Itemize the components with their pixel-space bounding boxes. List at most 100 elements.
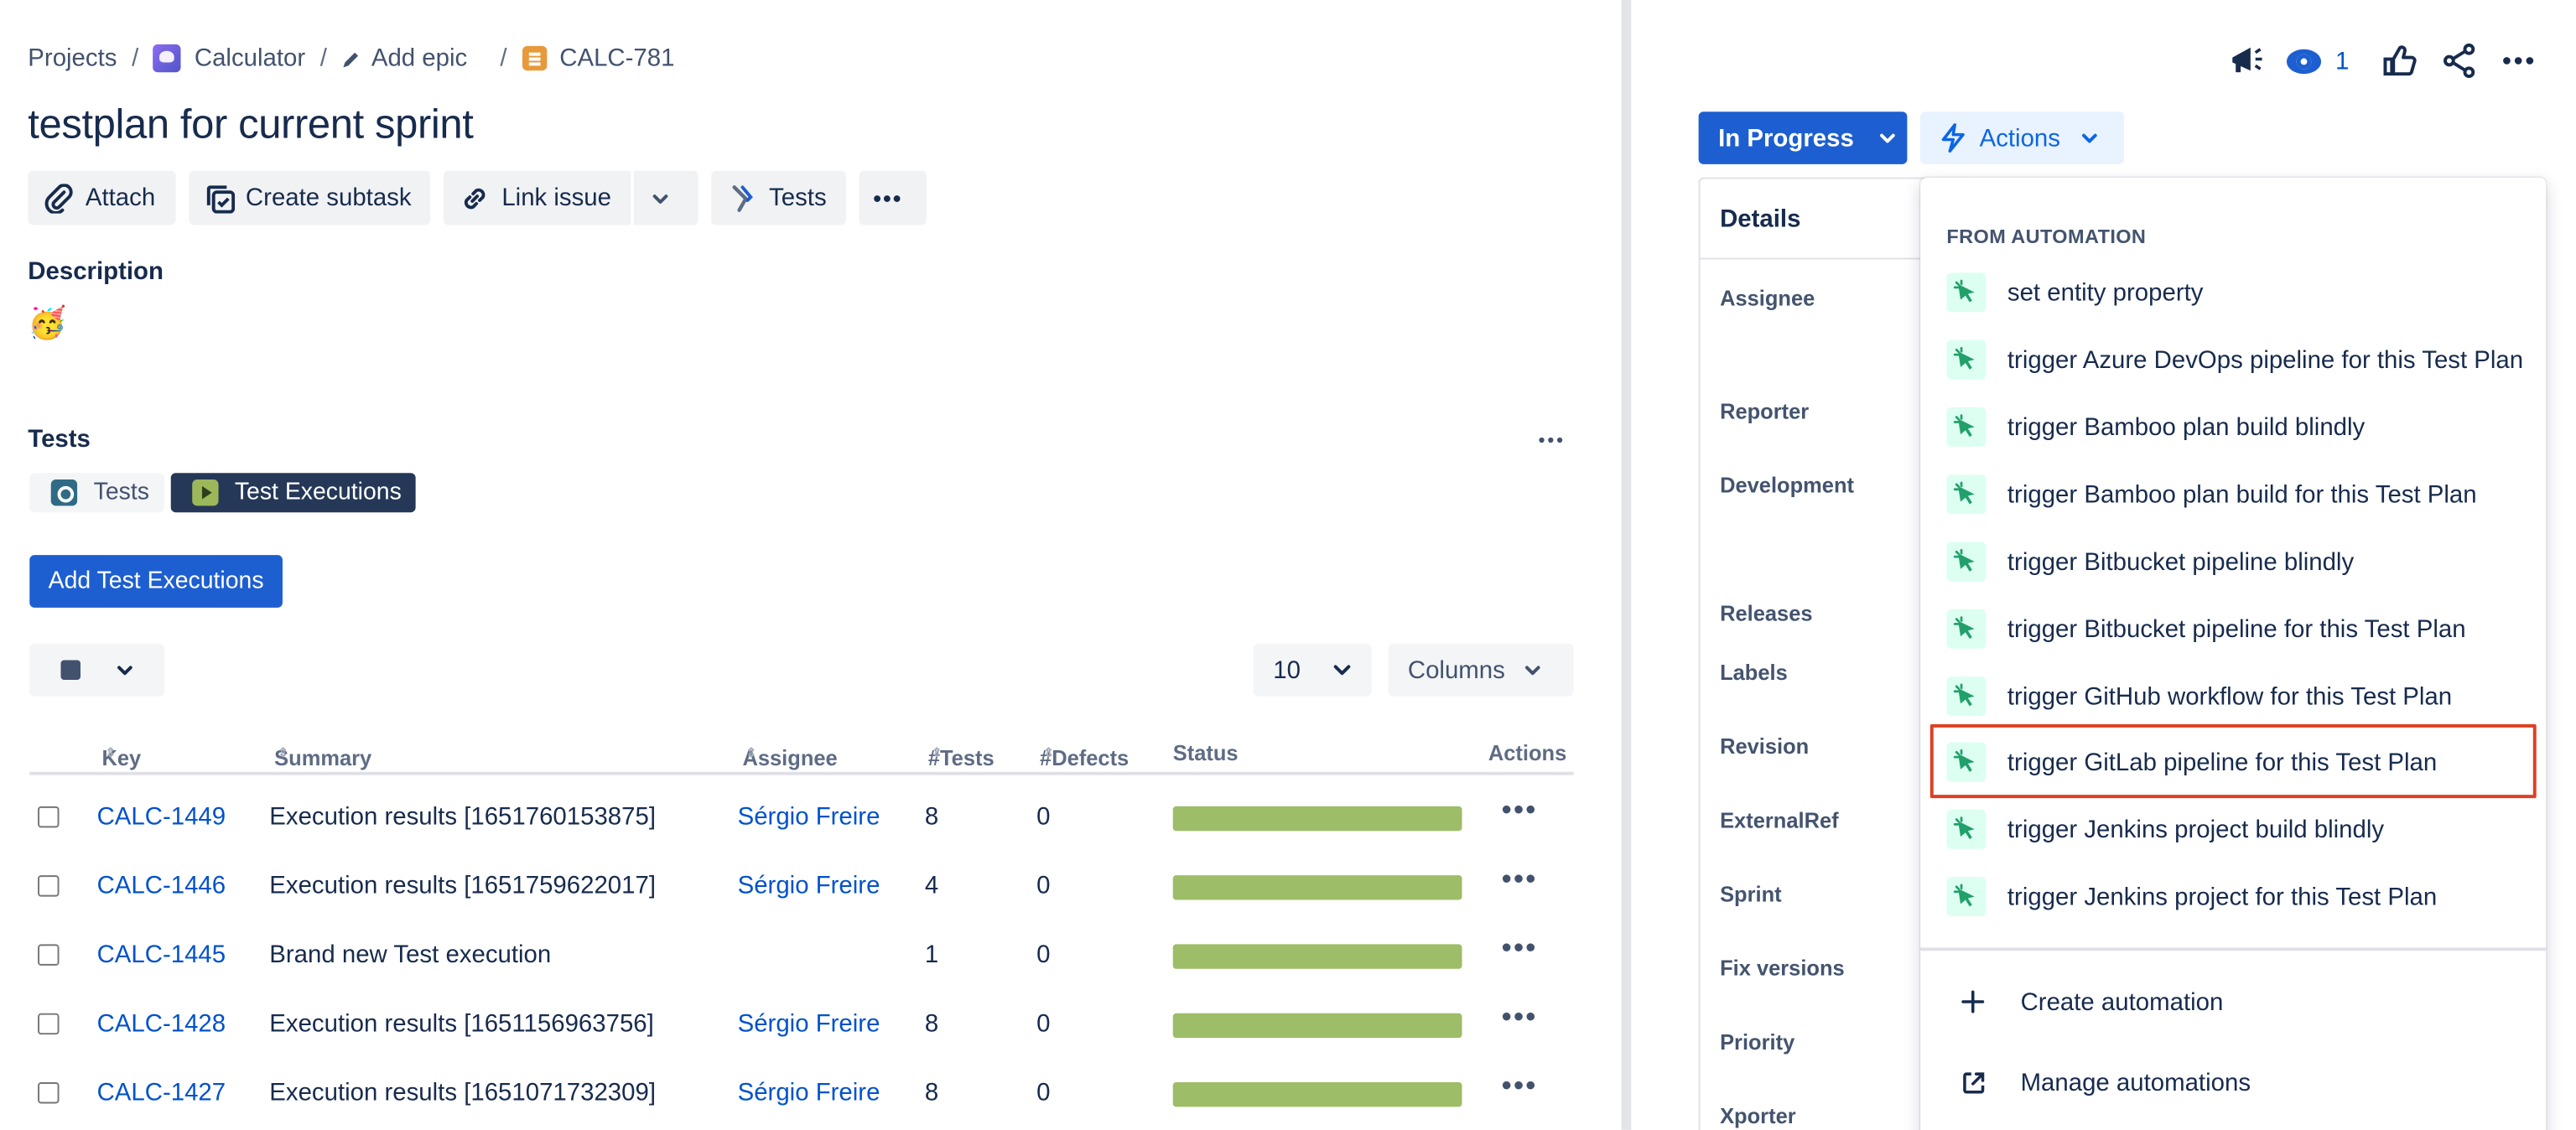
pane-resize-handle[interactable] bbox=[1616, 0, 1640, 1130]
row-checkbox[interactable] bbox=[38, 944, 60, 966]
menu-item-label: trigger Jenkins project build blindly bbox=[2007, 815, 2385, 843]
manage-automations-item[interactable]: Manage automations bbox=[1920, 1050, 2546, 1115]
row-actions-button[interactable]: ••• bbox=[1502, 1000, 1538, 1034]
link-issue-button[interactable]: Link issue bbox=[444, 170, 631, 225]
row-defects-count: 0 bbox=[1036, 872, 1051, 900]
row-summary: Execution results [1651071732309] bbox=[269, 1079, 657, 1107]
row-actions-button[interactable]: ••• bbox=[1502, 931, 1538, 966]
breadcrumb-add-epic[interactable]: Add epic bbox=[342, 44, 467, 72]
details-title[interactable]: Details bbox=[1720, 205, 1800, 233]
row-checkbox[interactable] bbox=[38, 1013, 60, 1035]
menu-item-label: trigger Bamboo plan build blindly bbox=[2007, 412, 2366, 441]
menu-item-trigger-bamboo-test-plan[interactable]: trigger Bamboo plan build for this Test … bbox=[1920, 461, 2546, 526]
menu-item-label: trigger Bamboo plan build for this Test … bbox=[2007, 480, 2477, 509]
menu-item-trigger-bitbucket-blindly[interactable]: trigger Bitbucket pipeline blindly bbox=[1920, 529, 2546, 594]
field-label-reporter: Reporter bbox=[1720, 399, 1810, 424]
menu-item-trigger-bamboo-blindly[interactable]: trigger Bamboo plan build blindly bbox=[1920, 394, 2546, 459]
tab-test-executions[interactable]: Test Executions bbox=[170, 473, 417, 513]
subtask-icon bbox=[205, 184, 235, 213]
chevron-down-icon bbox=[652, 194, 668, 203]
row-summary: Execution results [1651760153875] bbox=[269, 802, 657, 832]
paperclip-icon bbox=[44, 183, 73, 213]
row-checkbox[interactable] bbox=[38, 1081, 60, 1104]
add-test-executions-button[interactable]: Add Test Executions bbox=[29, 555, 283, 608]
link-icon bbox=[465, 187, 486, 209]
more-actions-button[interactable] bbox=[859, 170, 927, 225]
breadcrumb-project[interactable]: Calculator bbox=[153, 44, 306, 73]
menu-item-trigger-bitbucket-test-plan[interactable]: trigger Bitbucket pipeline for this Test… bbox=[1920, 596, 2546, 661]
create-automation-label: Create automation bbox=[2020, 987, 2224, 1016]
row-assignee[interactable]: Sérgio Freire bbox=[738, 1079, 880, 1107]
row-key-link[interactable]: CALC-1445 bbox=[97, 941, 226, 969]
tests-button[interactable]: Tests bbox=[711, 170, 847, 225]
field-label-priority: Priority bbox=[1720, 1029, 1795, 1055]
menu-item-set-entity-property[interactable]: set entity property bbox=[1920, 260, 2546, 325]
sort-icon: ⇕ bbox=[745, 745, 757, 761]
bulk-select-dropdown[interactable] bbox=[29, 643, 164, 697]
vote-icon[interactable] bbox=[2382, 43, 2418, 79]
row-tests-count: 8 bbox=[924, 1079, 939, 1107]
tests-section-more-button[interactable] bbox=[1538, 423, 1564, 453]
row-actions-button[interactable]: ••• bbox=[1502, 862, 1538, 896]
status-transition-button[interactable]: In Progress bbox=[1698, 111, 1908, 164]
issue-header-actions: 1 bbox=[2204, 43, 2536, 79]
row-checkbox[interactable] bbox=[38, 875, 60, 897]
issue-title[interactable]: testplan for current sprint bbox=[28, 101, 474, 149]
row-key-link[interactable]: CALC-1449 bbox=[97, 803, 226, 831]
page-size-value: 10 bbox=[1273, 656, 1301, 684]
menu-item-label: trigger Bitbucket pipeline for this Test… bbox=[2007, 614, 2466, 643]
row-key-link[interactable]: CALC-1428 bbox=[97, 1010, 226, 1038]
menu-item-label: trigger GitHub workflow for this Test Pl… bbox=[2007, 682, 2453, 711]
row-assignee[interactable]: Sérgio Freire bbox=[738, 872, 880, 899]
watch-button[interactable]: 1 bbox=[2286, 47, 2349, 75]
description-content[interactable]: 🥳 bbox=[28, 303, 66, 343]
row-key-link[interactable]: CALC-1427 bbox=[97, 1079, 226, 1107]
automation-icon bbox=[1946, 809, 1987, 849]
menu-item-trigger-jenkins-test-plan[interactable]: trigger Jenkins project for this Test Pl… bbox=[1920, 863, 2546, 929]
field-label-sprint: Sprint bbox=[1720, 881, 1782, 907]
share-icon[interactable] bbox=[2441, 43, 2477, 79]
columns-label: Columns bbox=[1407, 656, 1505, 684]
tests-tab-icon bbox=[50, 479, 78, 506]
row-defects-count: 0 bbox=[1036, 1009, 1051, 1039]
field-label-revision: Revision bbox=[1720, 733, 1810, 759]
breadcrumb-issue[interactable]: CALC-781 bbox=[522, 44, 674, 72]
issue-main-pane: Projects / Calculator / Add epic / CALC-… bbox=[0, 0, 1617, 1130]
menu-item-trigger-github-workflow[interactable]: trigger GitHub workflow for this Test Pl… bbox=[1920, 663, 2546, 728]
row-checkbox[interactable] bbox=[38, 806, 60, 828]
field-label-xporter: Xporter bbox=[1720, 1103, 1796, 1128]
row-actions-button[interactable]: ••• bbox=[1502, 793, 1538, 827]
tab-tests[interactable]: Tests bbox=[29, 473, 164, 513]
more-icon[interactable] bbox=[2501, 43, 2537, 79]
row-key-link[interactable]: CALC-1446 bbox=[97, 872, 226, 899]
breadcrumb-project-label: Calculator bbox=[194, 44, 306, 73]
page-size-select[interactable]: 10 bbox=[1253, 643, 1372, 697]
menu-item-label: trigger Jenkins project for this Test Pl… bbox=[2007, 882, 2438, 911]
menu-item-trigger-jenkins-blindly[interactable]: trigger Jenkins project build blindly bbox=[1920, 796, 2546, 862]
row-assignee[interactable]: Sérgio Freire bbox=[738, 803, 880, 831]
column-header-actions: Actions bbox=[1488, 740, 1567, 765]
row-assignee[interactable]: Sérgio Freire bbox=[738, 1010, 880, 1038]
sort-icon: ⇕ bbox=[1042, 745, 1055, 761]
automation-icon bbox=[1946, 407, 1987, 447]
attach-button[interactable]: Attach bbox=[28, 170, 175, 225]
actions-dropdown-button[interactable]: Actions bbox=[1920, 111, 2124, 164]
row-actions-button[interactable]: ••• bbox=[1502, 1069, 1538, 1103]
breadcrumb-issue-key: CALC-781 bbox=[559, 44, 675, 73]
tests-tabs: Tests Test Executions bbox=[29, 473, 423, 513]
give-feedback-icon[interactable] bbox=[2227, 43, 2263, 79]
watch-count: 1 bbox=[2335, 46, 2350, 75]
field-label-assignee: Assignee bbox=[1720, 285, 1815, 311]
link-issue-label: Link issue bbox=[501, 184, 611, 212]
automation-icon bbox=[1946, 877, 1987, 917]
xray-icon bbox=[732, 184, 754, 211]
table-row: CALC-1427 Execution results [16510717323… bbox=[29, 1069, 1573, 1130]
breadcrumb-projects[interactable]: Projects bbox=[28, 44, 117, 72]
row-status-bar bbox=[1172, 1013, 1462, 1039]
link-issue-dropdown-button[interactable] bbox=[631, 170, 699, 225]
columns-button[interactable]: Columns bbox=[1388, 643, 1574, 697]
menu-item-trigger-azure-devops[interactable]: trigger Azure DevOps pipeline for this T… bbox=[1920, 327, 2546, 392]
create-automation-item[interactable]: Create automation bbox=[1920, 969, 2546, 1034]
row-status-bar bbox=[1172, 1081, 1462, 1107]
create-subtask-button[interactable]: Create subtask bbox=[188, 170, 432, 225]
